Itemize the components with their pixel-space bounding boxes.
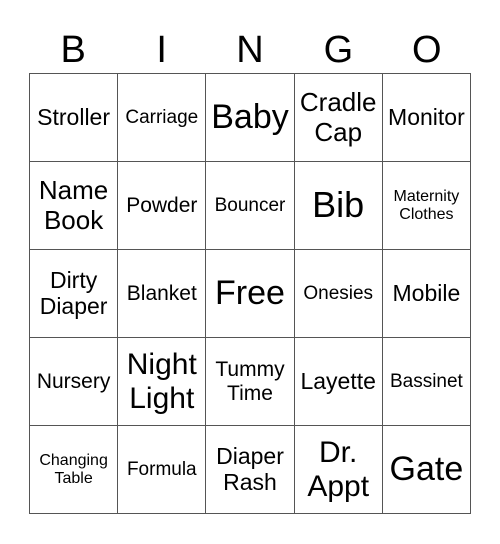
bingo-grid: Stroller Carriage Baby Cradle Cap Monito… <box>29 73 471 514</box>
header-letter-i: I <box>156 29 167 71</box>
bingo-cell[interactable]: Bouncer <box>206 162 295 250</box>
bingo-cell[interactable]: Cradle Cap <box>294 74 383 162</box>
bingo-cell[interactable]: Name Book <box>30 162 119 250</box>
bingo-cell[interactable]: Night Light <box>118 338 207 426</box>
header-letter-b: B <box>60 29 86 71</box>
bingo-cell[interactable]: Maternity Clothes <box>382 162 471 250</box>
bingo-cell[interactable]: Blanket <box>118 250 207 338</box>
bingo-cell[interactable]: Dirty Diaper <box>30 250 119 338</box>
free-space-cell[interactable]: Free <box>206 250 295 338</box>
header-letter-g: G <box>323 29 354 71</box>
bingo-cell[interactable]: Monitor <box>382 74 471 162</box>
header-letter-n: N <box>236 29 264 71</box>
bingo-cell[interactable]: Dr. Appt <box>294 426 383 514</box>
header-letter-o: O <box>412 29 442 71</box>
bingo-header: B I N G O <box>29 28 471 72</box>
bingo-cell[interactable]: Gate <box>382 426 471 514</box>
bingo-cell[interactable]: Bassinet <box>382 338 471 426</box>
bingo-cell[interactable]: Layette <box>294 338 383 426</box>
bingo-cell[interactable]: Diaper Rash <box>206 426 295 514</box>
bingo-cell[interactable]: Bib <box>294 162 383 250</box>
bingo-cell[interactable]: Nursery <box>30 338 119 426</box>
bingo-cell[interactable]: Tummy Time <box>206 338 295 426</box>
bingo-cell[interactable]: Formula <box>118 426 207 514</box>
bingo-cell[interactable]: Powder <box>118 162 207 250</box>
bingo-cell[interactable]: Carriage <box>118 74 207 162</box>
bingo-cell[interactable]: Changing Table <box>30 426 119 514</box>
bingo-cell[interactable]: Onesies <box>294 250 383 338</box>
bingo-cell[interactable]: Stroller <box>30 74 119 162</box>
bingo-cell[interactable]: Baby <box>206 74 295 162</box>
bingo-cell[interactable]: Mobile <box>382 250 471 338</box>
